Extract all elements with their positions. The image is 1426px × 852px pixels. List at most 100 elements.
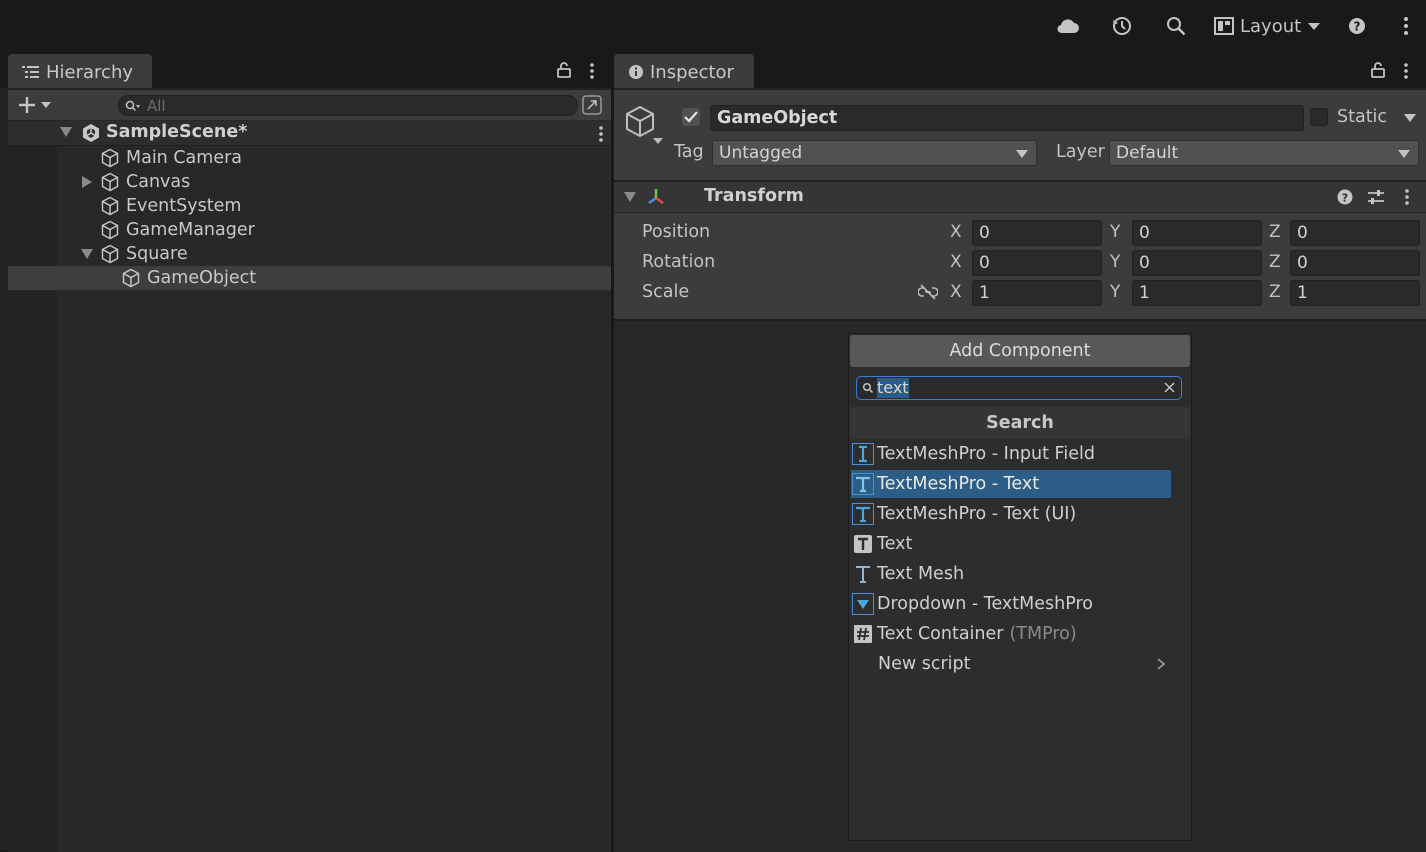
axis-y-label[interactable]: Y bbox=[1110, 282, 1120, 302]
active-checkbox[interactable] bbox=[682, 108, 700, 126]
hierarchy-item[interactable]: Square bbox=[8, 242, 611, 266]
tag-value: Untagged bbox=[719, 143, 803, 163]
axis-z-label[interactable]: Z bbox=[1269, 282, 1281, 302]
help-icon[interactable]: ? bbox=[1337, 189, 1353, 205]
component-search-input[interactable]: text bbox=[856, 376, 1182, 400]
search-icon[interactable] bbox=[1164, 14, 1188, 38]
layout-icon bbox=[1214, 17, 1234, 35]
tab-inspector[interactable]: Inspector bbox=[614, 54, 754, 90]
search-section-title: Search bbox=[850, 407, 1190, 439]
scale-x-field[interactable]: 1 bbox=[972, 280, 1102, 306]
plus-icon bbox=[18, 96, 36, 114]
component-item-label: Text Mesh bbox=[877, 564, 965, 584]
component-item[interactable]: TextMeshPro - Input Field bbox=[851, 440, 1171, 468]
more-icon[interactable] bbox=[1403, 62, 1409, 80]
add-component-popup: Add Component text Search TextMeshPro - … bbox=[848, 333, 1192, 841]
hierarchy-item[interactable]: EventSystem bbox=[8, 194, 611, 218]
axis-z-label[interactable]: Z bbox=[1269, 222, 1281, 242]
clear-icon[interactable] bbox=[1164, 382, 1175, 393]
component-item[interactable]: Text bbox=[851, 530, 1171, 558]
cloud-icon[interactable] bbox=[1056, 14, 1080, 38]
chevron-down-icon[interactable] bbox=[1404, 114, 1416, 122]
hierarchy-item-selected[interactable]: GameObject bbox=[8, 266, 611, 290]
gameobject-cube-icon bbox=[121, 268, 141, 288]
scene-header-row[interactable]: SampleScene* bbox=[8, 121, 611, 146]
layout-label: Layout bbox=[1240, 15, 1302, 37]
component-item[interactable]: TextMeshPro - Text (UI) bbox=[851, 500, 1171, 528]
gameobject-cube-icon bbox=[100, 196, 120, 216]
more-icon[interactable] bbox=[598, 125, 604, 143]
new-script-item[interactable]: New script bbox=[851, 650, 1171, 678]
component-item-label: Text Container bbox=[877, 624, 1004, 644]
rotation-x-field[interactable]: 0 bbox=[972, 250, 1102, 276]
component-item[interactable]: Text Mesh bbox=[851, 560, 1171, 588]
gameobject-cube-icon bbox=[100, 148, 120, 168]
axis-x-label[interactable]: X bbox=[950, 222, 962, 242]
hierarchy-item-label: EventSystem bbox=[126, 196, 242, 216]
axis-y-label[interactable]: Y bbox=[1110, 222, 1120, 242]
add-component-button[interactable]: Add Component bbox=[850, 335, 1190, 367]
hierarchy-search-input[interactable]: All bbox=[118, 95, 578, 116]
presets-icon[interactable] bbox=[1367, 188, 1385, 206]
tag-dropdown[interactable]: Untagged bbox=[712, 140, 1037, 166]
add-button[interactable] bbox=[18, 96, 52, 114]
rotation-y-field[interactable]: 0 bbox=[1132, 250, 1262, 276]
history-icon[interactable] bbox=[1110, 14, 1134, 38]
rotation-z-field[interactable]: 0 bbox=[1290, 250, 1420, 276]
object-header: GameObject Static Tag Untagged Layer Def… bbox=[614, 90, 1426, 182]
axis-x-label[interactable]: X bbox=[950, 252, 962, 272]
layout-dropdown[interactable]: Layout bbox=[1214, 14, 1321, 38]
transform-icon bbox=[646, 187, 666, 207]
chevron-right-icon bbox=[1157, 658, 1165, 670]
chevron-down-icon bbox=[1398, 150, 1410, 158]
scene-name: SampleScene* bbox=[106, 122, 248, 142]
help-icon[interactable]: ? bbox=[1345, 14, 1369, 38]
component-item-selected[interactable]: TextMeshPro - Text bbox=[851, 470, 1171, 498]
hierarchy-item-label: Canvas bbox=[126, 172, 191, 192]
chevron-down-icon bbox=[1307, 21, 1321, 31]
script-icon bbox=[852, 623, 874, 645]
lock-icon[interactable] bbox=[1371, 62, 1385, 78]
more-icon[interactable] bbox=[1404, 188, 1410, 206]
hierarchy-panel: All SampleScene* Main Camera Canvas Even… bbox=[8, 88, 611, 852]
expand-arrow-icon[interactable] bbox=[60, 127, 72, 137]
gameobject-cube-icon bbox=[100, 244, 120, 264]
component-item-label: Dropdown - TextMeshPro bbox=[877, 594, 1093, 614]
chevron-down-icon bbox=[1016, 150, 1028, 158]
gameobject-large-icon[interactable] bbox=[624, 104, 666, 146]
hierarchy-list-icon bbox=[22, 65, 40, 79]
layer-dropdown[interactable]: Default bbox=[1109, 140, 1419, 166]
gameobject-cube-icon bbox=[100, 220, 120, 240]
hierarchy-item[interactable]: Main Camera bbox=[8, 146, 611, 170]
position-y-field[interactable]: 0 bbox=[1132, 220, 1262, 246]
foldout-arrow-icon[interactable] bbox=[624, 192, 636, 202]
transform-body: Position X 0 Y 0 Z 0 Rotation X 0 Y 0 Z … bbox=[614, 213, 1426, 321]
lock-icon[interactable] bbox=[557, 62, 571, 78]
more-icon[interactable] bbox=[1394, 14, 1418, 38]
axis-x-label[interactable]: X bbox=[950, 282, 962, 302]
component-item[interactable]: Dropdown - TextMeshPro bbox=[851, 590, 1171, 618]
expand-arrow-icon[interactable] bbox=[81, 249, 100, 259]
top-toolbar: Layout ? bbox=[0, 0, 1426, 52]
object-name-input[interactable]: GameObject bbox=[710, 105, 1304, 131]
hierarchy-item[interactable]: Canvas bbox=[8, 170, 611, 194]
search-icon bbox=[125, 100, 141, 112]
axis-z-label[interactable]: Z bbox=[1269, 252, 1281, 272]
tab-hierarchy[interactable]: Hierarchy bbox=[8, 54, 152, 90]
scale-z-field[interactable]: 1 bbox=[1290, 280, 1420, 306]
static-checkbox[interactable] bbox=[1310, 108, 1328, 126]
expand-arrow-icon[interactable] bbox=[82, 176, 100, 188]
position-x-field[interactable]: 0 bbox=[972, 220, 1102, 246]
component-item[interactable]: Text Container (TMPro) bbox=[851, 620, 1171, 648]
more-icon[interactable] bbox=[589, 62, 595, 80]
scene-visibility-icon[interactable] bbox=[582, 95, 602, 115]
axis-y-label[interactable]: Y bbox=[1110, 252, 1120, 272]
hierarchy-item[interactable]: GameManager bbox=[8, 218, 611, 242]
position-z-field[interactable]: 0 bbox=[1290, 220, 1420, 246]
constrain-proportions-icon[interactable] bbox=[918, 284, 938, 300]
dropdown-icon bbox=[852, 593, 874, 615]
transform-header[interactable]: Transform ? bbox=[614, 182, 1426, 213]
info-icon bbox=[628, 64, 644, 80]
scale-y-field[interactable]: 1 bbox=[1132, 280, 1262, 306]
tmp-text-icon bbox=[852, 473, 874, 495]
